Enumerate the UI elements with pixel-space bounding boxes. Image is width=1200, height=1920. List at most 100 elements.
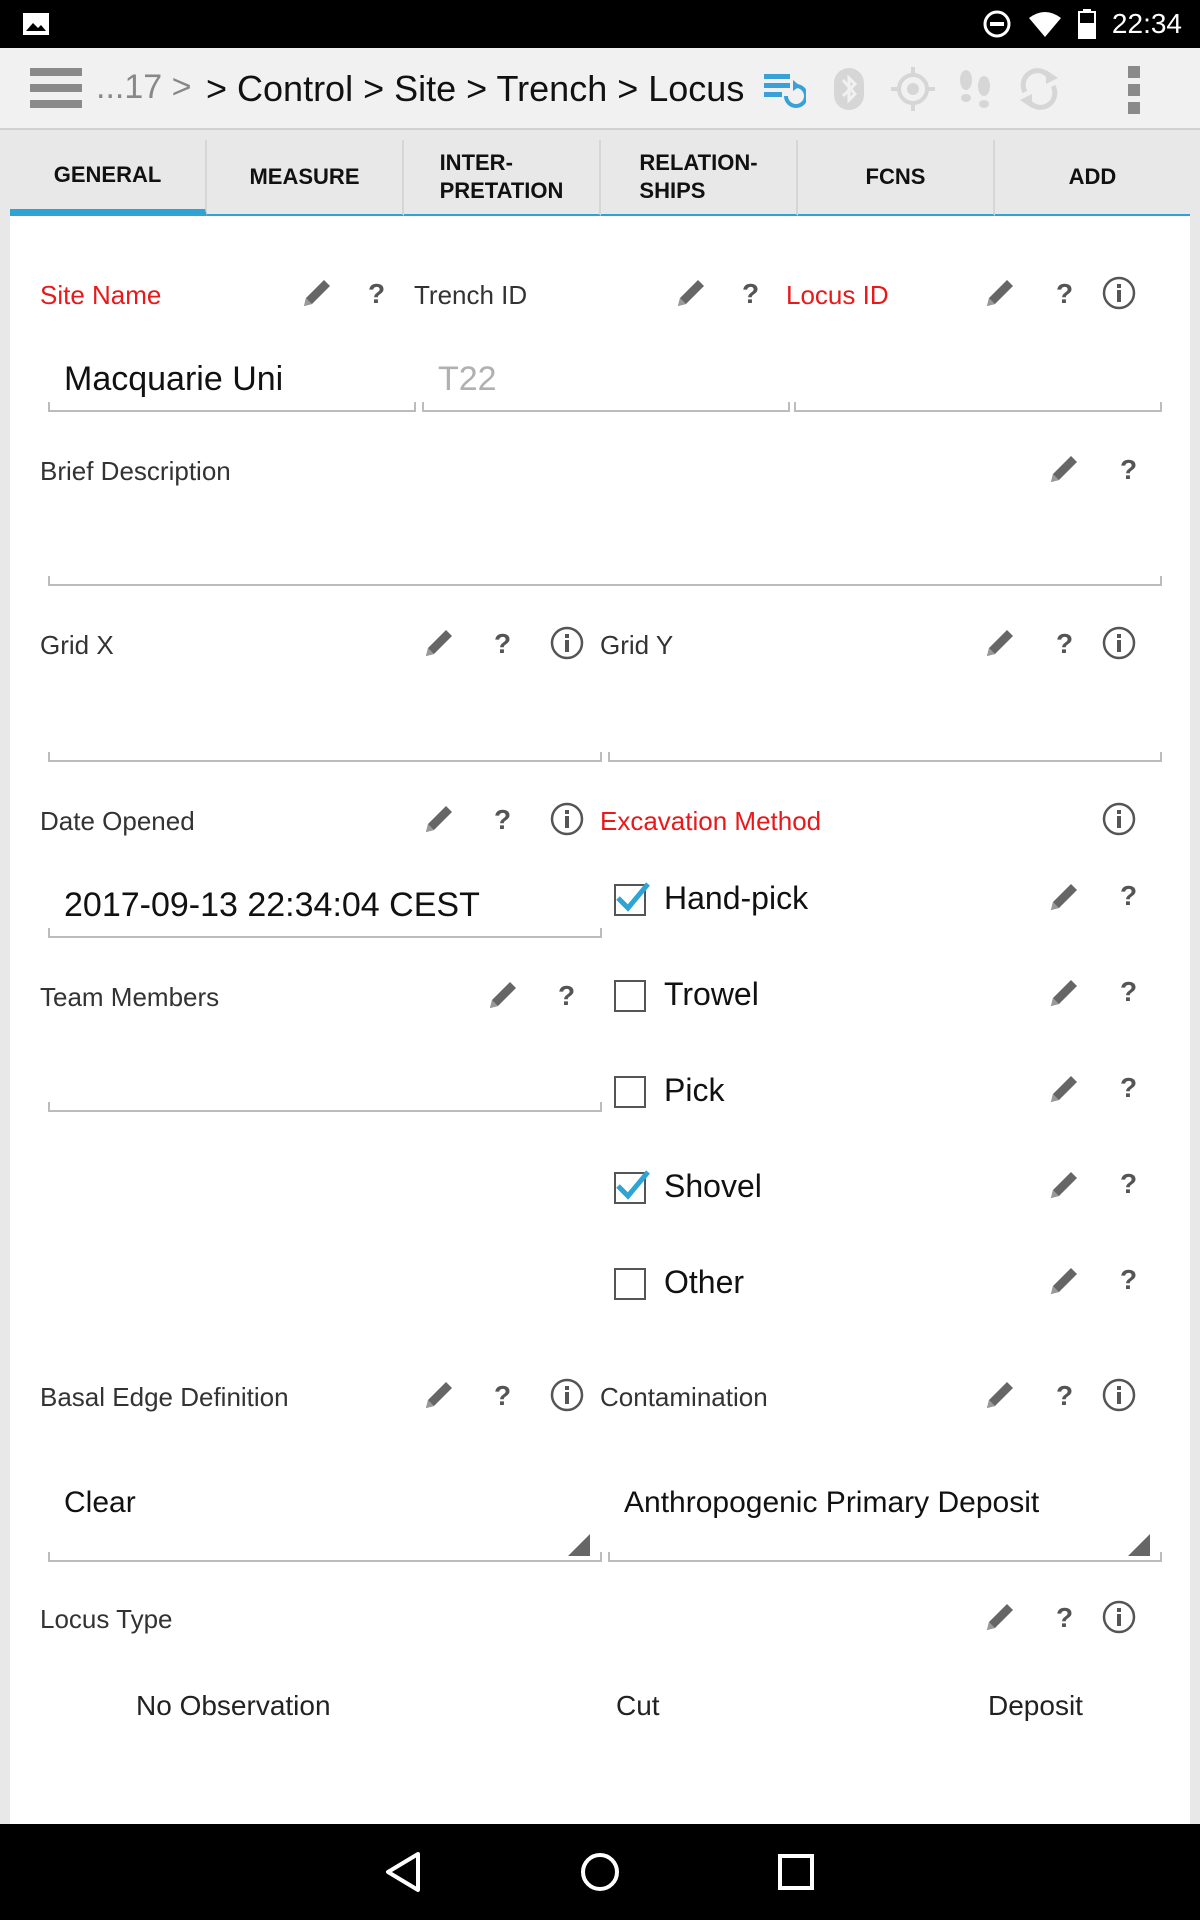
overflow-menu-icon[interactable] [1120,64,1150,116]
tab-general[interactable]: GENERAL [10,140,207,216]
grid-y-label: Grid Y [600,630,674,660]
pencil-icon[interactable] [486,978,520,1012]
hand-pick-label[interactable]: Hand-pick [664,880,808,917]
gps-icon[interactable] [890,66,936,112]
locus-id-label: Locus ID [786,280,889,310]
team-members-label: Team Members [40,982,220,1012]
pencil-icon[interactable] [300,276,334,310]
pick-checkbox[interactable] [614,1076,646,1108]
info-icon[interactable] [1102,802,1136,836]
team-members-input[interactable] [48,1102,602,1112]
trench-id-input[interactable]: T22 [438,360,497,399]
brief-description-help-icon[interactable]: ? [1120,454,1137,486]
check-mark-icon [616,882,650,912]
pencil-icon[interactable] [983,1378,1017,1412]
date-opened-input[interactable]: 2017-09-13 22:34:04 CEST [64,886,480,925]
dropdown-arrow-icon[interactable] [1128,1534,1150,1556]
menu-icon[interactable] [30,68,82,108]
breadcrumb[interactable]: > Control > Site > Trench > Locus [206,68,744,110]
basal-edge-underline [48,1552,602,1562]
site-name-underline [48,402,416,412]
pencil-icon[interactable] [422,626,456,660]
shovel-checkbox[interactable] [614,1170,650,1204]
other-help-icon[interactable]: ? [1120,1264,1137,1296]
trench-id-help-icon[interactable]: ? [742,278,759,310]
image-icon [23,13,49,35]
locus-type-option-deposit[interactable]: Deposit [988,1690,1083,1722]
basal-edge-help-icon[interactable]: ? [494,1380,511,1412]
info-icon[interactable] [550,802,584,836]
tracker-icon[interactable] [952,66,998,112]
pencil-icon[interactable] [983,276,1017,310]
pencil-icon[interactable] [1047,1264,1081,1298]
refresh-icon[interactable] [1016,66,1062,112]
shovel-label[interactable]: Shovel [664,1168,762,1205]
pencil-icon[interactable] [1047,880,1081,914]
basal-edge-definition-select[interactable]: Clear [64,1486,136,1520]
grid-x-label: Grid X [40,630,114,660]
grid-y-input[interactable] [608,752,1162,762]
navigation-bar [0,1824,1200,1920]
brief-description-input[interactable] [48,576,1162,586]
info-icon[interactable] [550,626,584,660]
pencil-icon[interactable] [1047,1072,1081,1106]
info-icon[interactable] [1102,1600,1136,1634]
tab-interpretation[interactable]: INTER- PRETATION [404,140,601,216]
site-name-label: Site Name [40,280,162,310]
back-icon[interactable] [380,1848,428,1896]
home-icon[interactable] [576,1848,624,1896]
info-icon[interactable] [1102,276,1136,310]
tab-measure[interactable]: MEASURE [207,140,404,216]
bluetooth-icon[interactable] [826,66,872,112]
contamination-select[interactable]: Anthropogenic Primary Deposit [624,1486,1039,1520]
excavation-method-label: Excavation Method [600,806,822,836]
pencil-icon[interactable] [983,1600,1017,1634]
site-name-input[interactable]: Macquarie Uni [64,360,283,399]
pencil-icon[interactable] [674,276,708,310]
form-panel: Site Name ? Trench ID ? Locus ID ? Macqu… [10,216,1190,1826]
grid-y-help-icon[interactable]: ? [1056,628,1073,660]
team-members-help-icon[interactable]: ? [558,980,575,1012]
tab-fcns[interactable]: FCNS [798,140,995,216]
breadcrumb-prefix[interactable]: ...17 > [96,68,191,107]
locus-type-option-cut[interactable]: Cut [616,1690,660,1722]
pick-label[interactable]: Pick [664,1072,724,1109]
do-not-disturb-icon [983,10,1011,38]
info-icon[interactable] [550,1378,584,1412]
info-icon[interactable] [1102,1378,1136,1412]
recents-icon[interactable] [772,1848,820,1896]
locus-id-input[interactable] [794,402,1162,412]
tab-add[interactable]: ADD [995,140,1190,216]
battery-icon [1077,9,1096,39]
other-checkbox[interactable] [614,1268,646,1300]
date-opened-help-icon[interactable]: ? [494,804,511,836]
site-name-help-icon[interactable]: ? [368,278,385,310]
pencil-icon[interactable] [1047,976,1081,1010]
hand-pick-help-icon[interactable]: ? [1120,880,1137,912]
shovel-help-icon[interactable]: ? [1120,1168,1137,1200]
sync-icon[interactable] [760,66,806,112]
pick-help-icon[interactable]: ? [1120,1072,1137,1104]
trowel-checkbox[interactable] [614,980,646,1012]
hand-pick-checkbox[interactable] [614,882,650,916]
pencil-icon[interactable] [1047,1168,1081,1202]
locus-id-help-icon[interactable]: ? [1056,278,1073,310]
grid-x-help-icon[interactable]: ? [494,628,511,660]
trowel-label[interactable]: Trowel [664,976,759,1013]
date-opened-label: Date Opened [40,806,195,836]
tab-relationships[interactable]: RELATION- SHIPS [601,140,798,216]
trench-id-label: Trench ID [414,280,528,310]
info-icon[interactable] [1102,626,1136,660]
trench-id-underline [422,402,790,412]
trowel-help-icon[interactable]: ? [1120,976,1137,1008]
other-label[interactable]: Other [664,1264,744,1301]
pencil-icon[interactable] [422,802,456,836]
contamination-help-icon[interactable]: ? [1056,1380,1073,1412]
pencil-icon[interactable] [983,626,1017,660]
dropdown-arrow-icon[interactable] [568,1534,590,1556]
grid-x-input[interactable] [48,752,602,762]
locus-type-option-no-observation[interactable]: No Observation [136,1690,331,1722]
pencil-icon[interactable] [1047,452,1081,486]
pencil-icon[interactable] [422,1378,456,1412]
locus-type-help-icon[interactable]: ? [1056,1602,1073,1634]
